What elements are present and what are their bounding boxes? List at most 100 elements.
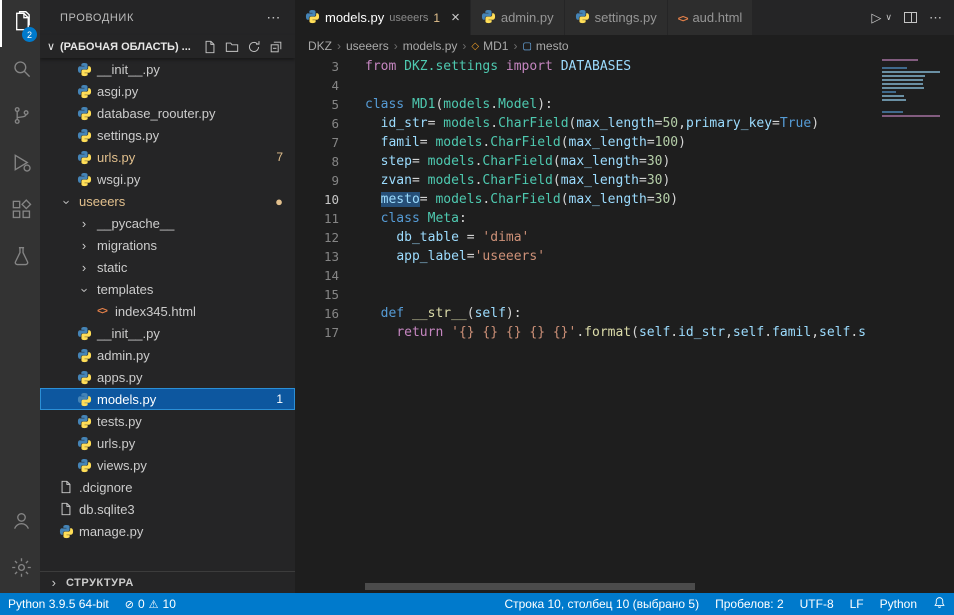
code-line-12[interactable]: 12 db_table = 'dima' (295, 228, 878, 247)
breadcrumb-label: models.py (403, 39, 458, 53)
tree-item-db.sqlite3[interactable]: db.sqlite3 (40, 498, 295, 520)
split-editor-icon (904, 12, 917, 23)
code-line-9[interactable]: 9 zvan= models.CharField(max_length=30) (295, 171, 878, 190)
tree-item-.dcignore[interactable]: .dcignore (40, 476, 295, 498)
tree-item-label: templates (97, 282, 153, 297)
tab-models.py[interactable]: models.pyuseeers1× (295, 0, 471, 35)
activity-testing-button[interactable] (0, 235, 40, 282)
editor-actions: ▷ ∨ ⋯ (871, 0, 954, 35)
new-file-icon[interactable] (203, 40, 217, 54)
code-area[interactable]: 3from DKZ.settings import DATABASES45cla… (295, 57, 878, 579)
tree-item-views.py[interactable]: views.py (40, 454, 295, 476)
tree-item-models.py[interactable]: models.py1 (40, 388, 295, 410)
line-number: 12 (295, 228, 339, 247)
status-notifications[interactable] (925, 593, 954, 615)
tree-item-migrations[interactable]: ›migrations (40, 234, 295, 256)
status-language-mode[interactable]: Python (872, 593, 925, 615)
tree-item-settings.py[interactable]: settings.py (40, 124, 295, 146)
file-file-icon (58, 502, 74, 516)
breadcrumb-item-MD1[interactable]: ◇MD1 (471, 39, 508, 53)
horizontal-scrollbar[interactable] (365, 583, 695, 590)
tree-item-database_roouter.py[interactable]: database_roouter.py (40, 102, 295, 124)
breadcrumb-item-DKZ[interactable]: DKZ (308, 39, 332, 53)
run-icon[interactable]: ▷ (871, 10, 881, 26)
activity-search-button[interactable] (0, 47, 40, 94)
tree-item-urls.py[interactable]: urls.py (40, 432, 295, 454)
code-line-15[interactable]: 15 (295, 285, 878, 304)
tree-item-static[interactable]: ›static (40, 256, 295, 278)
code-line-3[interactable]: 3from DKZ.settings import DATABASES (295, 57, 878, 76)
refresh-icon[interactable] (247, 40, 261, 54)
code-line-10[interactable]: 10 mesto= models.CharField(max_length=30… (295, 190, 878, 209)
run-dropdown[interactable]: ∨ (885, 12, 892, 23)
code-line-11[interactable]: 11 class Meta: (295, 209, 878, 228)
activity-settings-button[interactable] (0, 546, 40, 593)
code-line-16[interactable]: 16 def __str__(self): (295, 304, 878, 323)
code-line-6[interactable]: 6 id_str= models.CharField(max_length=50… (295, 114, 878, 133)
activity-explorer-button[interactable]: 2 (0, 0, 40, 47)
tree-item-tests.py[interactable]: tests.py (40, 410, 295, 432)
tree-item-admin.py[interactable]: admin.py (40, 344, 295, 366)
status-problems[interactable]: ⊘0⚠10 (117, 593, 184, 615)
symbol-field-icon: ▢ (522, 41, 531, 52)
minimap-line (882, 99, 906, 101)
tab-admin.py[interactable]: admin.py (471, 0, 565, 35)
tree-item-useeers[interactable]: ›useeers● (40, 190, 295, 212)
code-line-5[interactable]: 5class MD1(models.Model): (295, 95, 878, 114)
tree-item-label: asgi.py (97, 84, 138, 99)
status-python-interpreter[interactable]: Python 3.9.5 64-bit (0, 593, 117, 615)
tab-aud.html[interactable]: <>aud.html (668, 0, 754, 35)
tree-item-label: urls.py (97, 436, 135, 451)
tree-item-label: settings.py (97, 128, 159, 143)
sidebar-title: ПРОВОДНИК (60, 12, 134, 24)
status-cursor-position[interactable]: Строка 10, столбец 10 (выбрано 5) (496, 593, 707, 615)
code-line-7[interactable]: 7 famil= models.CharField(max_length=100… (295, 133, 878, 152)
code-line-17[interactable]: 17 return '{} {} {} {} {}'.format(self.i… (295, 323, 878, 342)
tree-item-__init__.py[interactable]: __init__.py (40, 58, 295, 80)
status-encoding[interactable]: UTF-8 (792, 593, 842, 615)
status-indentation[interactable]: Пробелов: 2 (707, 593, 792, 615)
close-icon[interactable]: × (451, 10, 460, 25)
tree-item-wsgi.py[interactable]: wsgi.py (40, 168, 295, 190)
breadcrumb-item-models.py[interactable]: models.py (403, 39, 458, 53)
sidebar-more-actions-icon[interactable]: ⋯ (266, 9, 281, 26)
new-folder-icon[interactable] (225, 40, 239, 54)
tree-item-__pycache__[interactable]: ›__pycache__ (40, 212, 295, 234)
activity-run-debug-button[interactable] (0, 141, 40, 188)
code-editor[interactable]: 3from DKZ.settings import DATABASES45cla… (295, 57, 954, 593)
workspace-section-header[interactable]: ∨ (РАБОЧАЯ ОБЛАСТЬ) ... (40, 35, 295, 58)
tree-item-urls.py[interactable]: urls.py7 (40, 146, 295, 168)
outline-section-header[interactable]: › СТРУКТУРА (40, 571, 295, 593)
activity-account-button[interactable] (0, 499, 40, 546)
minimap[interactable] (882, 57, 944, 119)
python-file-icon (76, 172, 92, 187)
more-actions-icon[interactable]: ⋯ (929, 10, 942, 26)
editor-group: models.pyuseeers1×admin.pysettings.py<>a… (295, 0, 954, 593)
minimap-line (882, 111, 903, 113)
tree-item-label: urls.py (97, 150, 135, 165)
tree-item-apps.py[interactable]: apps.py (40, 366, 295, 388)
sidebar-header: ПРОВОДНИК ⋯ (40, 0, 295, 35)
activity-extensions-button[interactable] (0, 188, 40, 235)
tree-item-templates[interactable]: ›templates (40, 278, 295, 300)
breadcrumb-item-useeers[interactable]: useeers (346, 39, 389, 53)
tab-settings.py[interactable]: settings.py (565, 0, 668, 35)
line-number: 14 (295, 266, 339, 285)
tab-label: aud.html (692, 10, 742, 25)
split-editor-icon[interactable] (904, 12, 917, 23)
tree-item-index345.html[interactable]: <>index345.html (40, 300, 295, 322)
code-line-8[interactable]: 8 step= models.CharField(max_length=30) (295, 152, 878, 171)
activity-source-control-button[interactable] (0, 94, 40, 141)
code-line-13[interactable]: 13 app_label='useeers' (295, 247, 878, 266)
collapse-all-icon[interactable] (269, 40, 283, 54)
code-line-14[interactable]: 14 (295, 266, 878, 285)
line-number: 13 (295, 247, 339, 266)
breadcrumb-item-mesto[interactable]: ▢mesto (522, 39, 568, 53)
code-line-4[interactable]: 4 (295, 76, 878, 95)
status-eol[interactable]: LF (842, 593, 872, 615)
tree-item-__init__.py[interactable]: __init__.py (40, 322, 295, 344)
tree-item-asgi.py[interactable]: asgi.py (40, 80, 295, 102)
tree-item-manage.py[interactable]: manage.py (40, 520, 295, 542)
python-file-icon (76, 62, 92, 77)
line-text: famil= models.CharField(max_length=100) (365, 133, 686, 152)
